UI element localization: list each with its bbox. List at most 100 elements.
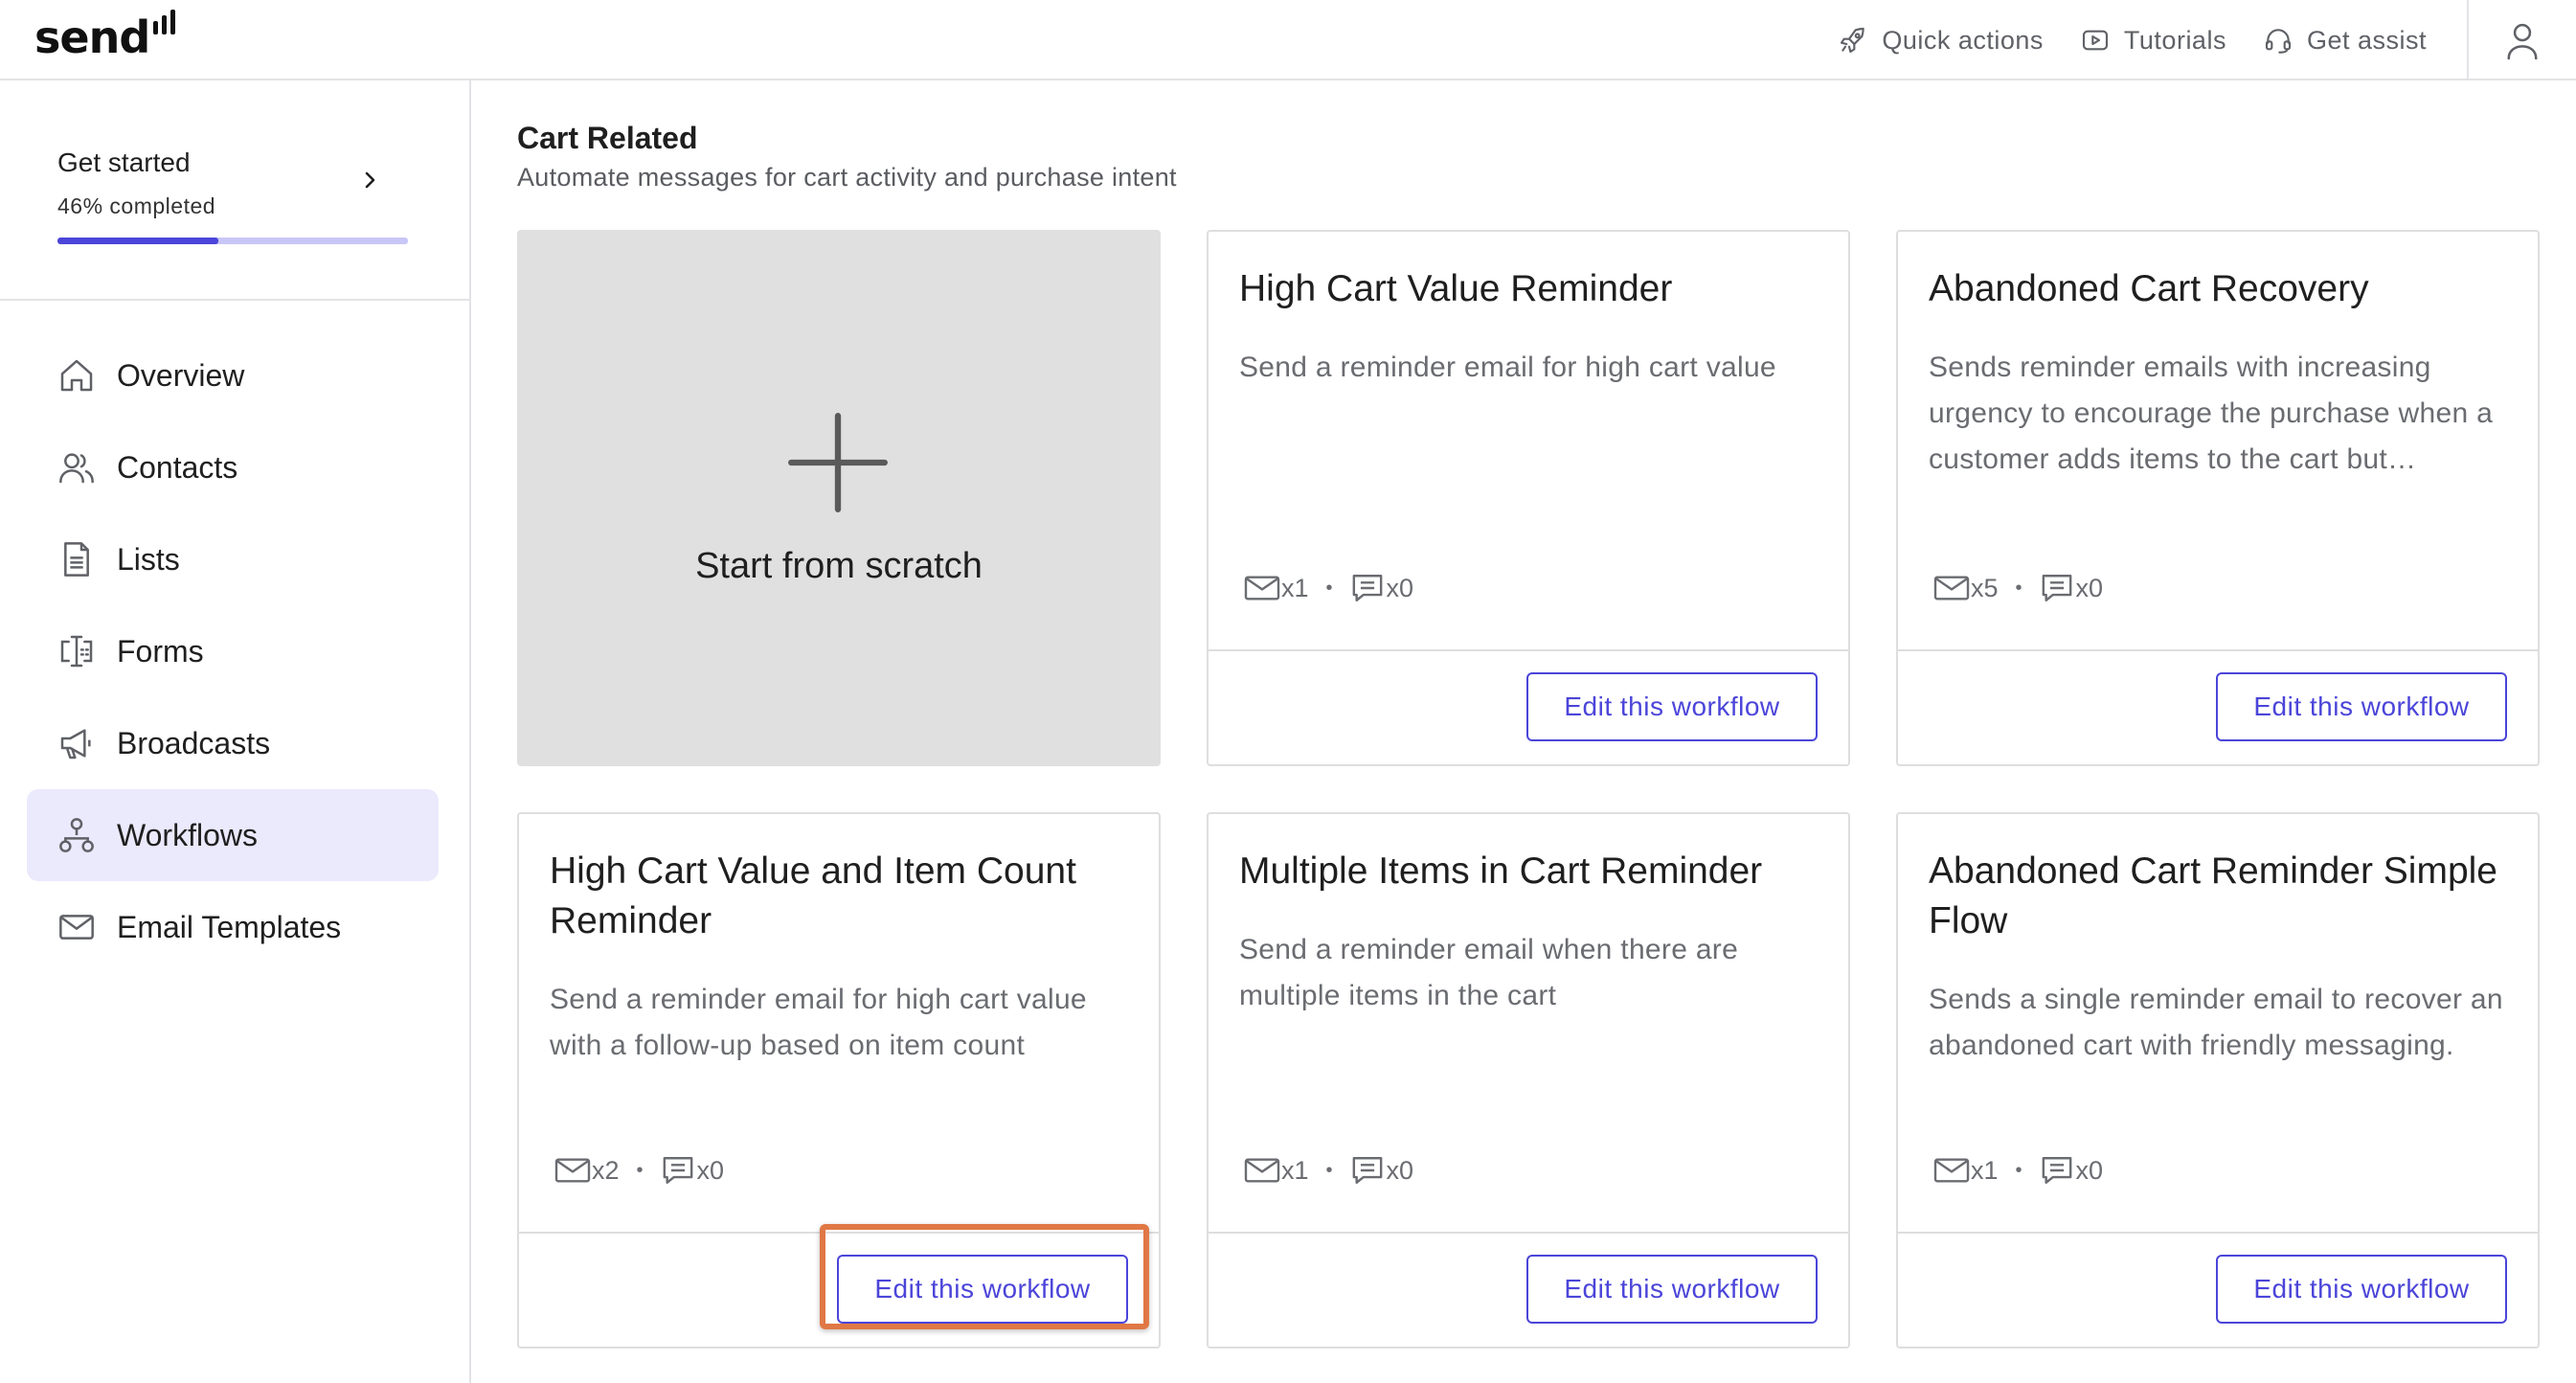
meta-separator: • xyxy=(2015,577,2022,599)
section-subtitle: Automate messages for cart activity and … xyxy=(517,163,1177,192)
get-assist-label: Get assist xyxy=(2306,25,2427,55)
logo-text: send xyxy=(34,11,150,63)
play-icon xyxy=(2082,30,2108,51)
meta-separator: • xyxy=(636,1159,644,1181)
message-count-icon xyxy=(2042,1157,2071,1184)
workflow-card-meta: x2 • x0 xyxy=(554,1151,724,1190)
message-count: x0 xyxy=(2075,573,2104,602)
workflow-card-meta: x1 • x0 xyxy=(1243,569,1413,607)
sidebar-item-label: Lists xyxy=(117,541,180,577)
workflow-card-description: Sends a single reminder email to recover… xyxy=(1929,984,2503,1061)
contacts-icon xyxy=(59,453,94,484)
sidebar-item-workflows[interactable]: Workflows xyxy=(27,789,439,881)
sidebar-item-label: Forms xyxy=(117,633,204,669)
meta-separator: • xyxy=(1325,1159,1333,1181)
main-content: Cart Related Automate messages for cart … xyxy=(471,80,2576,1383)
message-count-icon xyxy=(1352,575,1382,601)
rocket-icon xyxy=(1841,27,1865,54)
get-started-progress-fill xyxy=(57,238,219,244)
workflow-card-title: Abandoned Cart Reminder Simple Flow xyxy=(1929,850,2497,941)
sidebar: Get started 46% completed Overview Conta… xyxy=(0,80,471,1383)
sidebar-nav: Overview Contacts Lists Forms Broadcasts… xyxy=(27,329,439,973)
sidebar-item-lists[interactable]: Lists xyxy=(27,513,439,605)
meta-separator: • xyxy=(2015,1159,2022,1181)
form-icon xyxy=(60,635,93,668)
workflow-card-description: Send a reminder email for high cart valu… xyxy=(550,984,1087,1061)
edit-workflow-button[interactable]: Edit this workflow xyxy=(1526,1255,1818,1324)
sidebar-item-label: Broadcasts xyxy=(117,725,271,760)
mail-icon xyxy=(59,915,94,940)
workflow-card-title: High Cart Value and Item Count Reminder xyxy=(550,850,1076,941)
email-count-icon xyxy=(1244,576,1280,601)
email-count-icon xyxy=(1933,576,1970,601)
sidebar-item-label: Workflows xyxy=(117,817,258,852)
meta-separator: • xyxy=(1325,577,1333,599)
document-icon xyxy=(64,542,89,577)
message-count-icon xyxy=(1352,1157,1382,1184)
sidebar-item-forms[interactable]: Forms xyxy=(27,605,439,697)
get-started-panel[interactable]: Get started 46% completed xyxy=(0,80,469,301)
email-count: x2 xyxy=(592,1155,620,1185)
top-bar: send Quick actions Tutorials Get assist xyxy=(0,0,2576,80)
workflow-card-title: High Cart Value Reminder xyxy=(1239,268,1673,309)
start-from-scratch-card[interactable]: Start from scratch xyxy=(517,230,1161,766)
get-started-title: Get started xyxy=(57,147,191,177)
logo-bars-icon xyxy=(153,10,176,34)
email-count-icon xyxy=(554,1158,591,1183)
start-from-scratch-label: Start from scratch xyxy=(695,546,983,586)
sidebar-item-label: Email Templates xyxy=(117,909,342,944)
quick-actions-label: Quick actions xyxy=(1882,25,2044,55)
workflow-card-meta: x1 • x0 xyxy=(1243,1151,1413,1190)
top-actions: Quick actions Tutorials Get assist xyxy=(1838,0,2576,80)
card-divider xyxy=(1898,1232,2538,1234)
message-count-icon xyxy=(663,1157,692,1184)
sidebar-item-label: Overview xyxy=(117,357,245,393)
workflow-card: High Cart Value Reminder Send a reminder… xyxy=(1207,230,1850,766)
megaphone-icon xyxy=(60,729,91,760)
sidebar-item-overview[interactable]: Overview xyxy=(27,329,439,421)
card-divider xyxy=(1209,1232,1848,1234)
message-count: x0 xyxy=(1386,573,1414,602)
workflow-card-title: Multiple Items in Cart Reminder xyxy=(1239,850,1763,892)
headset-icon xyxy=(2265,29,2292,54)
get-started-progress-text: 46% completed xyxy=(57,193,216,218)
card-divider xyxy=(1898,649,2538,651)
sidebar-item-broadcasts[interactable]: Broadcasts xyxy=(27,697,439,789)
get-started-progress-bar xyxy=(57,238,408,244)
user-account-button[interactable] xyxy=(2469,0,2576,80)
sidebar-item-contacts[interactable]: Contacts xyxy=(27,421,439,513)
workflow-card: Abandoned Cart Recovery Sends reminder e… xyxy=(1896,230,2540,766)
edit-workflow-button[interactable]: Edit this workflow xyxy=(1526,672,1818,741)
sidebar-item-email-templates[interactable]: Email Templates xyxy=(27,881,439,973)
workflow-card-description: Send a reminder email when there are mul… xyxy=(1239,934,1739,1011)
user-icon xyxy=(2507,23,2538,60)
sidebar-item-label: Contacts xyxy=(117,449,238,485)
edit-workflow-button[interactable]: Edit this workflow xyxy=(2216,672,2507,741)
section-title: Cart Related xyxy=(517,121,698,155)
workflow-icon xyxy=(59,818,94,852)
plus-icon xyxy=(788,413,888,512)
tutorials-button[interactable]: Tutorials xyxy=(2080,25,2226,56)
quick-actions-button[interactable]: Quick actions xyxy=(1838,25,2044,56)
email-count: x1 xyxy=(1281,573,1309,602)
button-highlight-box xyxy=(820,1224,1149,1329)
home-icon xyxy=(60,359,93,392)
get-assist-button[interactable]: Get assist xyxy=(2263,25,2427,56)
email-count-icon xyxy=(1933,1158,1970,1183)
message-count-icon xyxy=(2042,575,2071,601)
card-divider xyxy=(1209,649,1848,651)
message-count: x0 xyxy=(696,1155,725,1185)
workflow-card-description: Send a reminder email for high cart valu… xyxy=(1239,351,1776,383)
message-count: x0 xyxy=(1386,1155,1414,1185)
edit-workflow-button[interactable]: Edit this workflow xyxy=(2216,1255,2507,1324)
workflow-card: Abandoned Cart Reminder Simple Flow Send… xyxy=(1896,812,2540,1349)
email-count: x1 xyxy=(1971,1155,1999,1185)
send-logo[interactable]: send xyxy=(34,10,176,63)
email-count: x1 xyxy=(1281,1155,1309,1185)
workflow-card-title: Abandoned Cart Recovery xyxy=(1929,268,2369,309)
workflow-card-description: Sends reminder emails with increasing ur… xyxy=(1929,351,2494,475)
message-count: x0 xyxy=(2075,1155,2104,1185)
workflow-card: Multiple Items in Cart Reminder Send a r… xyxy=(1207,812,1850,1349)
workflow-card-meta: x5 • x0 xyxy=(1932,569,2103,607)
email-count: x5 xyxy=(1971,573,1999,602)
